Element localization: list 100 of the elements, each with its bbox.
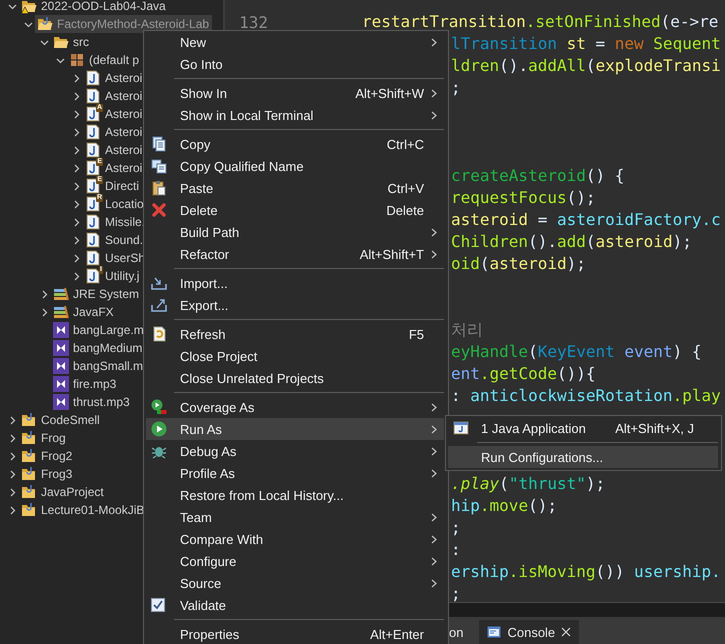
menu-item[interactable]: Copy Ctrl+C [146, 133, 444, 155]
tree-item[interactable]: CodeSmell [19, 411, 103, 429]
menu-item[interactable]: Close Unrelated Projects [146, 367, 444, 389]
java-file-icon [85, 214, 101, 230]
menu-item[interactable]: Build Path [146, 221, 444, 243]
tree-item[interactable]: fire.mp3 [51, 375, 120, 393]
tree-item[interactable]: Frog3 [19, 465, 76, 483]
tree-item[interactable]: bangMedium [51, 339, 146, 357]
menu-item[interactable]: Refresh F5 [146, 323, 444, 345]
panel-tab[interactable]: Console [479, 620, 580, 644]
menu-item[interactable]: Source [146, 572, 444, 594]
console-icon [487, 625, 502, 639]
shortcut-label: Alt+Shift+W [355, 86, 424, 100]
tree-item[interactable]: src [51, 33, 92, 51]
java-file-icon [85, 124, 101, 140]
library-icon [53, 286, 69, 302]
menu-item[interactable]: Show In Alt+Shift+W [146, 82, 444, 104]
tree-item[interactable]: Lecture01-MookJiB [19, 501, 148, 519]
java-folder-icon [37, 16, 53, 32]
menu-item[interactable]: Close Project [146, 345, 444, 367]
tree-item[interactable]: JRE System [51, 285, 142, 303]
refresh-icon [151, 326, 167, 342]
java-file-icon [85, 88, 101, 104]
java-file-icon [85, 142, 101, 158]
menu-item[interactable]: Validate [146, 594, 444, 616]
code-line: lTransition st = new Sequent [451, 33, 721, 55]
media-file-icon [53, 376, 69, 392]
tree-item[interactable]: Asteroi [83, 123, 146, 141]
code-line: : anticlockwiseRotation.play [451, 385, 721, 407]
menu-item[interactable]: Coverage As [146, 396, 444, 418]
code-line: ; [451, 517, 461, 539]
delete-icon [151, 202, 167, 218]
java-file-icon [85, 232, 101, 248]
menu-item[interactable]: Import... [146, 272, 444, 294]
code-line: ldren().addAll(explodeTransi [451, 55, 721, 77]
menu-item[interactable]: Export... [146, 294, 444, 316]
copy-icon [151, 158, 167, 174]
java-app-icon [453, 420, 469, 436]
menu-item[interactable]: Profile As [146, 462, 444, 484]
code-line: asteroid = asteroidFactory.c [451, 209, 721, 231]
media-file-icon [53, 358, 69, 374]
menu-item[interactable]: Restore from Local History... [146, 484, 444, 506]
code-line: 처리 [451, 319, 483, 341]
menu-item[interactable]: Paste Ctrl+V [146, 177, 444, 199]
tree-item[interactable]: JavaFX [51, 303, 117, 321]
shortcut-label: F5 [408, 326, 424, 342]
menu-item[interactable]: Debug As [146, 440, 444, 462]
shortcut-label: Ctrl+V [388, 180, 424, 196]
tree-item[interactable]: bangLarge.m [51, 321, 147, 339]
menu-item[interactable]: Properties Alt+Enter [146, 623, 444, 644]
java-folder-icon [21, 448, 37, 464]
code-line: ership.isMoving()) usership. [451, 561, 721, 583]
java-folder-icon [21, 484, 37, 500]
code-line: ent.getCode()){ [451, 363, 596, 385]
tree-item[interactable]: bangSmall.m [51, 357, 146, 375]
menu-item[interactable]: Run Configurations... [448, 446, 718, 468]
copy-icon [151, 136, 167, 152]
tree-item[interactable]: Frog [19, 429, 69, 447]
menu-item[interactable]: 1 Java Application Alt+Shift+X, J [448, 417, 718, 439]
tree-item[interactable]: FactoryMethod-Asteroid-Lab [35, 15, 212, 33]
tree-item[interactable]: Sound. [83, 231, 146, 249]
tree-item[interactable]: Frog2 [19, 447, 76, 465]
menu-item[interactable]: Go Into [146, 53, 444, 75]
media-file-icon [53, 340, 69, 356]
menu-item[interactable]: Show in Local Terminal [146, 104, 444, 126]
menu-item[interactable]: Team [146, 506, 444, 528]
tree-item[interactable]: JavaProject [19, 483, 107, 501]
tree-item[interactable]: (default p [67, 51, 142, 69]
media-file-icon [53, 322, 69, 338]
code-line: .play("thrust"); [451, 473, 606, 495]
menu-item[interactable]: New [146, 31, 444, 53]
shortcut-label: Ctrl+C [386, 136, 424, 152]
menu-item[interactable]: Refactor Alt+Shift+T [146, 243, 444, 265]
code-line: : [451, 539, 461, 561]
code-line: ; [451, 583, 461, 602]
menu-item[interactable]: Compare With [146, 528, 444, 550]
export-icon [151, 297, 167, 313]
menu-item[interactable]: Delete Delete [146, 199, 444, 221]
package-icon [69, 52, 85, 68]
java-folder-icon [21, 502, 37, 518]
close-icon[interactable] [561, 627, 572, 637]
media-file-icon [53, 394, 69, 410]
tree-item[interactable]: Asteroi [83, 141, 146, 159]
java-folder-icon [21, 466, 37, 482]
code-line: hip.move(); [451, 495, 557, 517]
java-folder-icon [21, 412, 37, 428]
menu-item[interactable]: Copy Qualified Name [146, 155, 444, 177]
menu-item[interactable]: Run As [146, 418, 444, 440]
tree-item[interactable]: Missile. [83, 213, 148, 231]
menu-item[interactable]: Configure [146, 550, 444, 572]
source-folder-icon [53, 34, 69, 50]
tree-item[interactable]: 2022-OOD-Lab04-Java [19, 0, 169, 15]
tree-item[interactable]: Asteroi [83, 69, 146, 87]
run-icon [151, 421, 167, 437]
import-icon [151, 275, 167, 291]
code-line: requestFocus(); [451, 187, 596, 209]
tree-item[interactable]: Asteroi [83, 87, 146, 105]
code-line: eyHandle(KeyEvent event) { [451, 341, 702, 363]
tree-item[interactable]: thrust.mp3 [51, 393, 133, 411]
code-line: Children().add(asteroid); [451, 231, 692, 253]
